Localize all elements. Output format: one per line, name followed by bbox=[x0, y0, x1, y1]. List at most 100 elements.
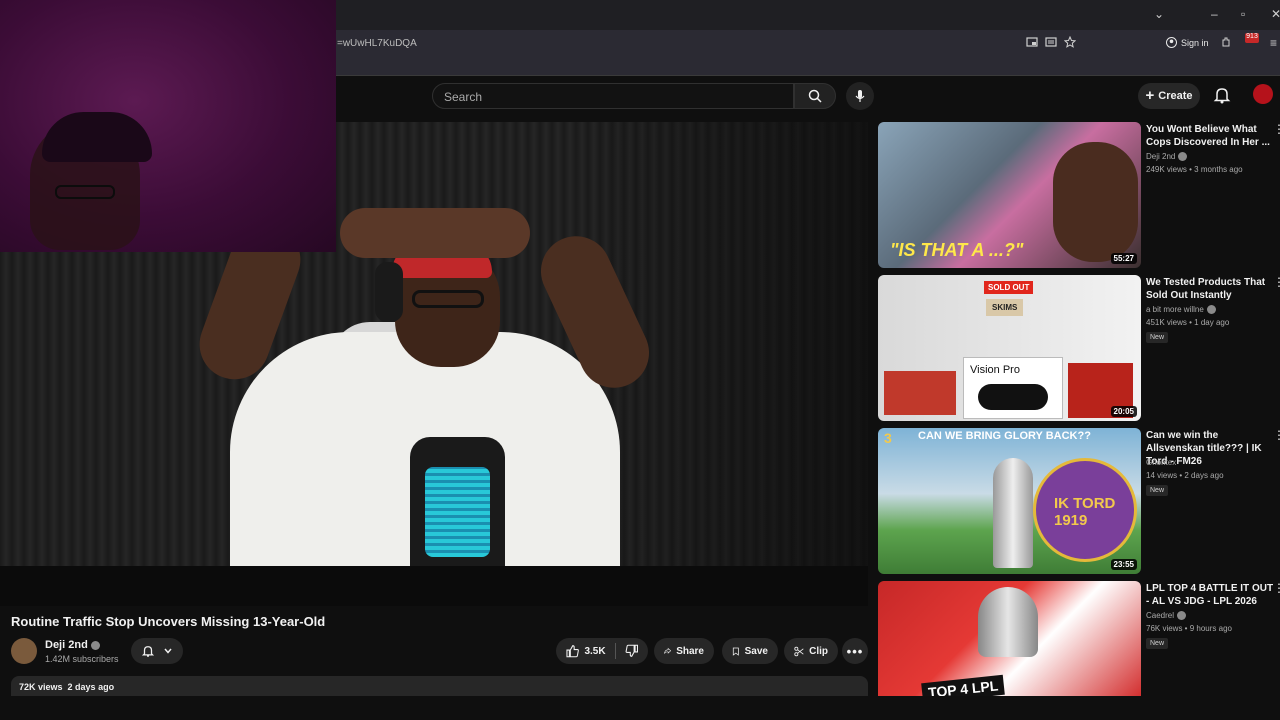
headphones bbox=[375, 262, 403, 322]
webcam-glasses bbox=[55, 185, 115, 199]
recommendation-channel[interactable]: Gnontex bbox=[1146, 458, 1176, 467]
voice-search-button[interactable] bbox=[846, 82, 874, 110]
sign-in-label: Sign in bbox=[1181, 37, 1209, 48]
search-input[interactable]: Search bbox=[432, 83, 794, 109]
scissors-icon bbox=[794, 646, 804, 656]
vertical-dots-icon[interactable]: ⋮ bbox=[1273, 275, 1280, 289]
vision-pro-box: Vision Pro bbox=[963, 357, 1063, 419]
channel-avatar[interactable] bbox=[11, 638, 37, 664]
club-crest: IK TORD 1919 bbox=[1033, 458, 1137, 562]
verified-icon bbox=[1177, 611, 1187, 621]
tab-list-chevron-icon[interactable]: ⌄ bbox=[1154, 7, 1164, 21]
vertical-dots-icon[interactable]: ⋮ bbox=[1273, 428, 1280, 442]
extensions-icon[interactable] bbox=[1220, 36, 1234, 50]
reader-view-icon[interactable] bbox=[1045, 36, 1059, 50]
bell-icon bbox=[1213, 88, 1231, 104]
thumbnail-number: 3 bbox=[884, 430, 892, 446]
bookmark-star-icon[interactable] bbox=[1064, 36, 1078, 50]
thumbnail-caption: CAN WE BRING GLORY BACK?? bbox=[918, 430, 1091, 442]
recommendation-item[interactable]: SOLD OUT SKIMS Vision Pro 20:05 We Teste… bbox=[878, 275, 1280, 421]
recommendation-title[interactable]: We Tested Products That Sold Out Instant… bbox=[1146, 276, 1276, 302]
recommendation-channel[interactable]: Deji 2nd bbox=[1146, 152, 1188, 162]
recommendation-channel-name[interactable]: Deji 2nd bbox=[1146, 152, 1175, 161]
picture-in-picture-icon[interactable] bbox=[1026, 36, 1040, 50]
recommendation-channel-name[interactable]: Caedrel bbox=[1146, 611, 1174, 620]
channel-name-text[interactable]: Deji 2nd bbox=[45, 639, 88, 651]
video-title: Routine Traffic Stop Uncovers Missing 13… bbox=[11, 614, 326, 629]
notifications-button[interactable] bbox=[1212, 85, 1234, 107]
recommendation-title[interactable]: You Wont Believe What Cops Discovered In… bbox=[1146, 123, 1276, 149]
share-label: Share bbox=[676, 645, 704, 657]
upload-date: 2 days ago bbox=[67, 682, 115, 692]
screen: ⌄ – ▫ ✕ =wUwHL7KuDQA Sign in 913 ≡ Searc… bbox=[0, 0, 1280, 720]
subscription-notifications-button[interactable] bbox=[131, 638, 183, 664]
sign-in-button[interactable]: Sign in bbox=[1166, 37, 1209, 48]
close-icon[interactable]: ✕ bbox=[1271, 7, 1280, 21]
search-placeholder: Search bbox=[444, 90, 483, 104]
recommendation-channel[interactable]: a bit more willne bbox=[1146, 305, 1216, 315]
thumbnail-box bbox=[884, 371, 956, 415]
thumbs-down-icon[interactable] bbox=[625, 644, 638, 658]
recommendation-title[interactable]: LPL TOP 4 BATTLE IT OUT - AL VS JDG - LP… bbox=[1146, 582, 1276, 608]
new-badge: New bbox=[1146, 332, 1169, 343]
recommendation-thumbnail[interactable]: 3 CAN WE BRING GLORY BACK?? IK TORD 1919… bbox=[878, 428, 1141, 574]
maximize-icon[interactable]: ▫ bbox=[1241, 7, 1245, 21]
recommendation-meta: 249K views • 3 months ago bbox=[1146, 165, 1243, 174]
new-badge: New bbox=[1146, 638, 1169, 649]
recommendation-thumbnail[interactable]: "IS THAT A ...?" 55:27 bbox=[878, 122, 1141, 268]
video-duration: 23:55 bbox=[1110, 559, 1137, 570]
sold-out-tag: SOLD OUT bbox=[984, 281, 1034, 294]
bookmark-icon bbox=[732, 647, 739, 656]
share-button[interactable]: Share bbox=[654, 638, 714, 664]
recommendation-thumbnail[interactable]: SOLD OUT SKIMS Vision Pro 20:05 bbox=[878, 275, 1141, 421]
account-icon bbox=[1166, 37, 1177, 48]
account-avatar[interactable] bbox=[1253, 84, 1273, 104]
more-horizontal-icon: ••• bbox=[846, 643, 864, 659]
recommendation-item[interactable]: TOP 4 LPL LPL TOP 4 BATTLE IT OUT - AL V… bbox=[878, 581, 1280, 696]
thumbnail-face bbox=[1053, 142, 1138, 262]
clip-button[interactable]: Clip bbox=[784, 638, 838, 664]
plus-icon: + bbox=[1145, 87, 1155, 104]
webcam-hat bbox=[42, 112, 152, 162]
clip-label: Clip bbox=[809, 645, 828, 657]
headset-image bbox=[978, 384, 1048, 410]
trophy-image bbox=[993, 458, 1033, 568]
vertical-dots-icon[interactable]: ⋮ bbox=[1273, 122, 1280, 136]
trophy-image bbox=[978, 587, 1038, 657]
like-dislike-group: 3.5K bbox=[556, 638, 648, 664]
create-button[interactable]: + Create bbox=[1138, 83, 1200, 109]
chevron-down-icon bbox=[164, 648, 172, 654]
vision-pro-label: Vision Pro bbox=[970, 364, 1020, 376]
minimize-icon[interactable]: – bbox=[1211, 7, 1218, 21]
channel-name[interactable]: Deji 2nd bbox=[45, 639, 100, 651]
recommendation-thumbnail[interactable]: TOP 4 LPL bbox=[878, 581, 1141, 696]
create-label: Create bbox=[1158, 90, 1193, 102]
description-box[interactable]: 72K views 2 days ago bbox=[11, 676, 868, 696]
vertical-dots-icon[interactable]: ⋮ bbox=[1273, 581, 1280, 595]
thumbs-up-icon[interactable] bbox=[566, 644, 579, 658]
recommendation-channel-name[interactable]: a bit more willne bbox=[1146, 305, 1204, 314]
url-text[interactable]: =wUwHL7KuDQA bbox=[337, 38, 417, 49]
thumbnail-caption: "IS THAT A ...?" bbox=[890, 240, 1024, 260]
save-button[interactable]: Save bbox=[722, 638, 778, 664]
app-menu-icon[interactable]: ≡ bbox=[1270, 36, 1280, 50]
more-actions-button[interactable]: ••• bbox=[842, 638, 868, 664]
verified-icon bbox=[90, 640, 100, 650]
microphone-icon bbox=[855, 90, 865, 102]
video-duration: 55:27 bbox=[1110, 253, 1137, 264]
club-crest-text: IK TORD 1919 bbox=[1054, 495, 1116, 529]
save-label: Save bbox=[744, 645, 768, 657]
recommendation-meta: 14 views • 2 days ago bbox=[1146, 471, 1224, 480]
search-icon bbox=[808, 89, 822, 103]
microphone-light bbox=[425, 467, 490, 557]
recommendation-meta: 451K views • 1 day ago bbox=[1146, 318, 1230, 327]
new-badge: New bbox=[1146, 485, 1169, 496]
recommendation-channel[interactable]: Caedrel bbox=[1146, 611, 1187, 621]
recommendation-item[interactable]: 3 CAN WE BRING GLORY BACK?? IK TORD 1919… bbox=[878, 428, 1280, 574]
extension-badge[interactable]: 913 bbox=[1245, 33, 1259, 43]
like-count[interactable]: 3.5K bbox=[584, 646, 605, 657]
divider bbox=[614, 643, 616, 659]
thumbnail-caption: TOP 4 LPL bbox=[921, 674, 1006, 696]
search-button[interactable] bbox=[794, 83, 836, 109]
recommendation-item[interactable]: "IS THAT A ...?" 55:27 You Wont Believe … bbox=[878, 122, 1280, 268]
